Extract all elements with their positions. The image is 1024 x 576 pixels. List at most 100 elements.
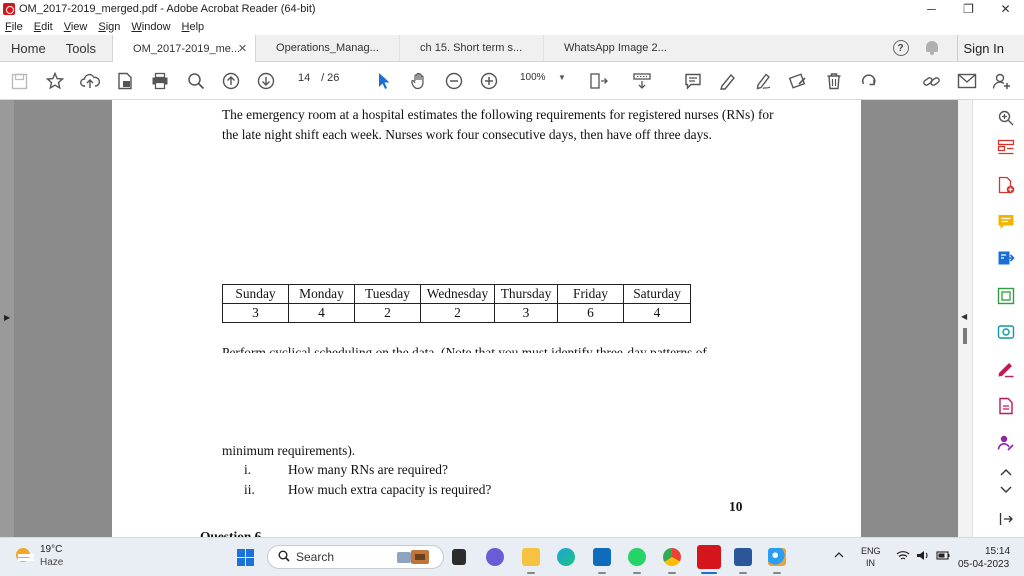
email-envelope-icon[interactable] <box>957 71 977 91</box>
page-indicator: 14 / 26 <box>292 72 339 84</box>
doc-tab-whatsapp[interactable]: WhatsApp Image 2... <box>544 35 688 61</box>
pdf-page: minimum requirements). i. How many RNs a… <box>112 353 861 537</box>
wifi-icon[interactable] <box>896 551 916 564</box>
scan-ocr-icon[interactable] <box>997 323 1015 341</box>
taskbar-date[interactable]: 05-04-2023 <box>958 559 1009 570</box>
scroll-mode-icon[interactable] <box>632 71 652 91</box>
scroll-up-chevron-icon[interactable] <box>997 463 1015 481</box>
app-running-indicator <box>633 572 641 574</box>
save-icon[interactable] <box>9 71 29 91</box>
search-zoom-icon[interactable] <box>997 109 1015 127</box>
next-page-icon[interactable] <box>256 71 276 91</box>
bell-icon[interactable] <box>925 40 939 56</box>
print-icon[interactable] <box>150 71 170 91</box>
minimize-button[interactable]: ─ <box>913 0 950 18</box>
taskbar-search-box[interactable]: Search <box>267 545 444 569</box>
zoom-dropdown-icon[interactable]: ▼ <box>558 73 566 82</box>
zoom-level-field[interactable]: 100% <box>520 72 546 83</box>
problem-paragraph: The emergency room at a hospital estimat… <box>222 107 774 142</box>
next-question-heading: Question 6 <box>200 529 262 537</box>
comment-panel-icon[interactable] <box>997 213 1015 231</box>
hand-tool-icon[interactable] <box>409 71 429 91</box>
previous-page-icon[interactable] <box>221 71 241 91</box>
chrome-browser-icon[interactable] <box>663 548 681 566</box>
start-windows-icon[interactable] <box>237 549 254 566</box>
file-convert-icon[interactable] <box>115 71 135 91</box>
sign-in-button[interactable]: Sign In <box>956 34 1004 62</box>
tab-home[interactable]: Home <box>0 35 56 61</box>
help-icon[interactable]: ? <box>892 40 909 56</box>
page-fit-icon[interactable] <box>589 71 609 91</box>
taskbar-time[interactable]: 15:14 <box>985 546 1010 557</box>
undo-rotate-icon[interactable] <box>859 71 879 91</box>
comment-icon[interactable] <box>683 71 703 91</box>
doc-tab-ch15[interactable]: ch 15. Short term s... <box>400 35 545 61</box>
menu-sign[interactable]: Sign <box>98 21 120 33</box>
edge-browser-icon[interactable] <box>557 548 575 566</box>
system-tray-icons[interactable] <box>896 550 950 564</box>
input-region[interactable]: IN <box>866 558 875 568</box>
zoom-in-icon[interactable] <box>479 71 499 91</box>
organize-pages-icon[interactable] <box>997 139 1015 157</box>
menu-file[interactable]: File <box>5 21 23 33</box>
outlook-icon[interactable] <box>593 548 611 566</box>
table-cell: 6 <box>557 303 624 323</box>
close-tab-icon[interactable]: ✕ <box>238 42 247 55</box>
input-language[interactable]: ENG <box>861 546 881 556</box>
window-title: OM_2017-2019_merged.pdf - Adobe Acrobat … <box>19 3 316 15</box>
draw-freehand-icon[interactable] <box>753 71 773 91</box>
share-people-icon[interactable] <box>992 71 1012 91</box>
current-page-input[interactable]: 14 <box>298 72 318 84</box>
export-pdf-icon[interactable] <box>997 250 1015 268</box>
compress-pdf-icon[interactable] <box>997 287 1015 305</box>
doc-tab-operations[interactable]: Operations_Manag... <box>256 35 401 61</box>
file-explorer-icon[interactable] <box>522 548 540 566</box>
whatsapp-icon[interactable] <box>628 548 646 566</box>
close-window-button[interactable]: ✕ <box>987 0 1024 18</box>
task-view-icon[interactable] <box>452 549 466 565</box>
teams-chat-icon[interactable] <box>486 548 504 566</box>
doc-tab-om-merged[interactable]: OM_2017-2019_me... ✕ <box>112 35 257 63</box>
menu-help[interactable]: Help <box>182 21 205 33</box>
table-header-cell: Sunday <box>222 284 289 304</box>
zoom-out-icon[interactable] <box>444 71 464 91</box>
menu-view[interactable]: View <box>64 21 88 33</box>
fill-and-sign-icon[interactable] <box>997 360 1015 378</box>
left-panel-toggle[interactable]: ▶ <box>0 100 14 537</box>
battery-icon[interactable] <box>936 551 950 564</box>
maximize-button[interactable]: ❐ <box>950 0 987 18</box>
edit-pdf-icon[interactable] <box>997 397 1015 415</box>
table-header-row: Sunday Monday Tuesday Wednesday Thursday… <box>222 284 691 304</box>
word-icon[interactable] <box>734 548 752 566</box>
weather-condition[interactable]: Haze <box>40 557 63 568</box>
delete-trash-icon[interactable] <box>824 71 844 91</box>
create-pdf-icon[interactable] <box>997 176 1015 194</box>
select-cursor-icon[interactable] <box>374 71 394 91</box>
volume-icon[interactable] <box>916 551 936 564</box>
paint-app-icon[interactable] <box>768 548 786 566</box>
app-running-indicator <box>773 572 781 574</box>
table-header-cell: Thursday <box>494 284 558 304</box>
fill-sign-icon[interactable] <box>788 71 808 91</box>
tab-tools[interactable]: Tools <box>56 35 112 61</box>
bookmark-star-icon[interactable] <box>45 71 65 91</box>
document-viewer[interactable]: 1. For each of the following: The emerge… <box>0 100 958 537</box>
weather-haze-icon[interactable] <box>16 548 34 562</box>
scroll-down-chevron-icon[interactable] <box>997 481 1015 499</box>
total-pages-label: / 26 <box>321 72 340 84</box>
collapse-tools-icon[interactable] <box>997 510 1015 528</box>
show-hidden-icons-chevron-icon[interactable] <box>834 550 844 561</box>
share-link-icon[interactable] <box>922 71 942 91</box>
question-list: i. How many RNs are required? ii. How mu… <box>222 460 491 499</box>
request-signature-icon[interactable] <box>997 434 1015 452</box>
menu-window[interactable]: Window <box>131 21 170 33</box>
find-magnifier-icon[interactable] <box>186 71 206 91</box>
vertical-scrollbar[interactable]: ◀ <box>958 100 972 537</box>
scrollbar-thumb[interactable] <box>963 328 967 344</box>
menu-edit[interactable]: Edit <box>34 21 53 33</box>
upload-cloud-icon[interactable] <box>80 71 100 91</box>
acrobat-taskbar-icon[interactable] <box>697 545 721 569</box>
collapse-panel-icon[interactable]: ◀ <box>961 312 967 321</box>
weather-temperature[interactable]: 19°C <box>40 544 62 555</box>
highlight-pen-icon[interactable] <box>718 71 738 91</box>
